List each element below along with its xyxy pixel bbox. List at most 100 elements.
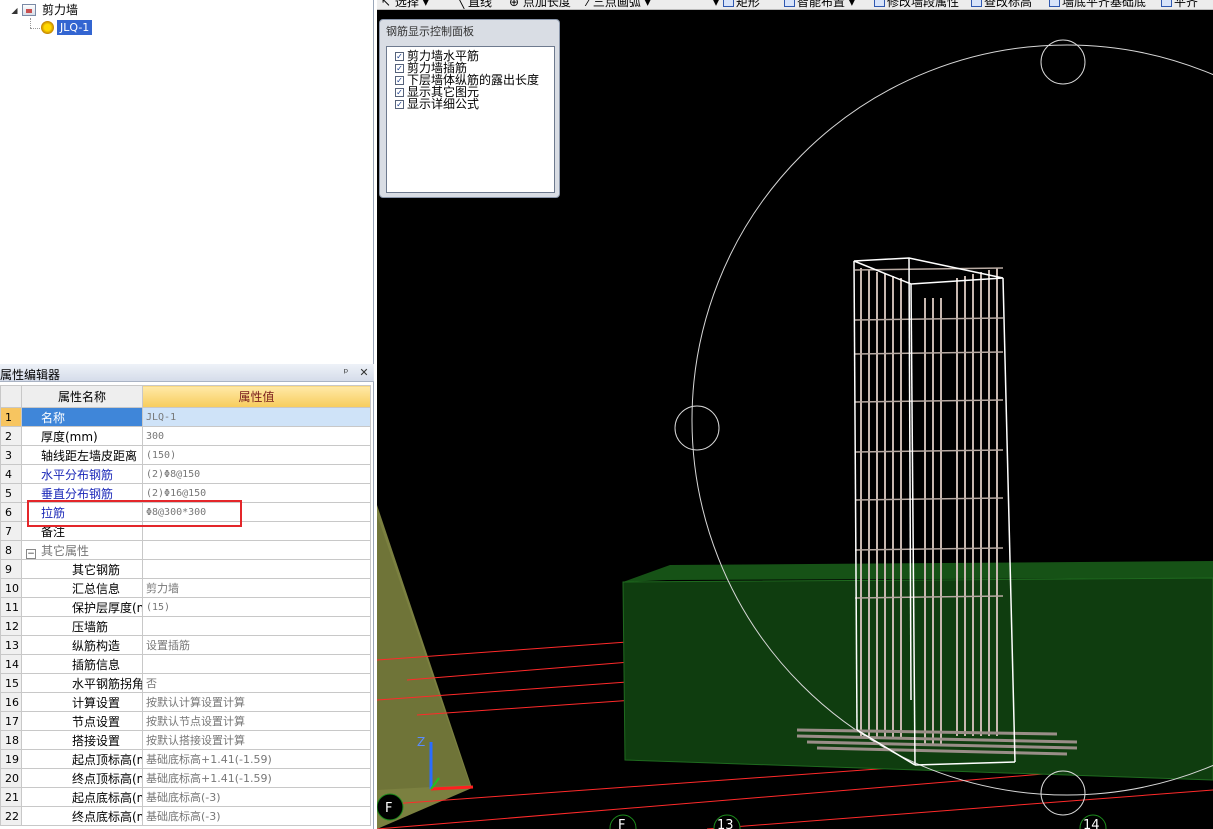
property-value[interactable]: (15) — [142, 597, 371, 617]
property-name: 计算设置 — [21, 692, 143, 712]
row-index: 21 — [0, 787, 22, 807]
table-row[interactable]: 15水平钢筋拐角增否 — [0, 673, 371, 693]
table-row[interactable]: 9 其它钢筋 — [0, 559, 371, 579]
orbit-handle-bottom[interactable] — [1040, 770, 1086, 816]
collapse-icon[interactable]: − — [26, 548, 36, 559]
table-row[interactable]: 8− 其它属性 — [0, 540, 371, 560]
property-name: 起点顶标高(m) — [21, 749, 143, 769]
property-value[interactable] — [142, 616, 371, 636]
option-show-detailed-formula[interactable]: ✓ 显示详细公式 — [395, 98, 479, 110]
tree-node-jlq1[interactable]: JLQ-1 — [57, 20, 93, 35]
row-index: 22 — [0, 806, 22, 826]
pin-icon[interactable]: ᵖ — [339, 366, 353, 380]
table-row[interactable]: 3 轴线距左墙皮距离 (150) — [0, 445, 371, 465]
axis-label-14: 14 — [1083, 818, 1100, 829]
property-name: 搭接设置 — [21, 730, 143, 750]
property-value[interactable]: 剪力墙 — [142, 578, 371, 598]
property-name: 其它钢筋 — [21, 559, 143, 579]
property-value[interactable]: 按默认计算设置计算 — [142, 692, 371, 712]
folder-icon — [22, 4, 36, 16]
rebar-display-control-panel: 钢筋显示控制面板 ✓ 剪力墙水平筋 ✓ 剪力墙插筋 ✓ 下层墙体纵筋的露出长度 ✓ 显示… — [379, 19, 560, 198]
table-row[interactable]: 1 名称 JLQ-1 — [0, 407, 371, 427]
property-name: 起点底标高(m) — [21, 787, 143, 807]
property-value[interactable]: 按默认搭接设置计算 — [142, 730, 371, 750]
table-row[interactable]: 18 搭接设置 按默认搭接设置计算 — [0, 730, 371, 750]
property-value[interactable]: (2)Φ8@150 — [142, 464, 371, 484]
table-row[interactable]: 21起点底标高(m)基础底标高(-3) — [0, 787, 371, 807]
property-value[interactable]: 设置插筋 — [142, 635, 371, 655]
property-value[interactable]: 基础底标高(-3) — [142, 806, 371, 826]
group-label: 其它属性 — [41, 543, 90, 558]
row-index: 1 — [0, 407, 22, 427]
property-value[interactable] — [142, 559, 371, 579]
property-value[interactable]: 300 — [142, 426, 371, 446]
header-property-name: 属性名称 — [21, 385, 143, 408]
row-index: 18 — [0, 730, 22, 750]
table-row[interactable]: 11保护层厚度(mm)(15) — [0, 597, 371, 617]
property-name: 保护层厚度(mm) — [21, 597, 143, 617]
property-name: 终点底标高(m) — [21, 806, 143, 826]
table-row[interactable]: 16 计算设置 按默认计算设置计算 — [0, 692, 371, 712]
checkbox-icon[interactable]: ✓ — [395, 64, 404, 73]
property-name: 轴线距左墙皮距离 — [21, 445, 143, 465]
tree-connector — [30, 28, 40, 29]
row-index: 2 — [0, 426, 22, 446]
row-index: 10 — [0, 578, 22, 598]
row-index: 11 — [0, 597, 22, 617]
orbit-handle-top[interactable] — [1040, 39, 1086, 85]
property-name: 汇总信息 — [21, 578, 143, 598]
tree-collapse-icon[interactable]: ◢ — [10, 6, 19, 15]
checkbox-icon[interactable]: ✓ — [395, 88, 404, 97]
row-index: 19 — [0, 749, 22, 769]
tree-node-shear-wall[interactable]: 剪力墙 — [42, 2, 78, 18]
checkbox-icon[interactable]: ✓ — [395, 52, 404, 61]
orbit-handle-left[interactable] — [674, 405, 720, 451]
row-index: 5 — [0, 483, 22, 503]
table-row[interactable]: 13 纵筋构造 设置插筋 — [0, 635, 371, 655]
checkbox-icon[interactable]: ✓ — [395, 76, 404, 85]
property-value[interactable]: (150) — [142, 445, 371, 465]
property-value[interactable] — [142, 540, 371, 560]
property-name: 水平钢筋拐角增 — [21, 673, 143, 693]
table-row[interactable]: 14 插筋信息 — [0, 654, 371, 674]
property-name: 纵筋构造 — [21, 635, 143, 655]
property-name: 厚度(mm) — [21, 426, 143, 446]
table-row[interactable]: 19起点顶标高(m)基础底标高+1.41(-1.59) — [0, 749, 371, 769]
table-row[interactable]: 4 水平分布钢筋 (2)Φ8@150 — [0, 464, 371, 484]
table-row[interactable]: 12 压墙筋 — [0, 616, 371, 636]
property-name: 插筋信息 — [21, 654, 143, 674]
table-row[interactable]: 10 汇总信息 剪力墙 — [0, 578, 371, 598]
property-value[interactable]: 基础底标高+1.41(-1.59) — [142, 749, 371, 769]
property-value[interactable] — [142, 654, 371, 674]
table-header-row: 属性名称 属性值 — [0, 385, 371, 408]
row-index: 15 — [0, 673, 22, 693]
row-index: 4 — [0, 464, 22, 484]
property-editor-titlebar: 属性编辑器 ᵖ ✕ — [0, 364, 374, 382]
property-name: 水平分布钢筋 — [21, 464, 143, 484]
tree-connector — [30, 18, 31, 28]
rebar-panel-title: 钢筋显示控制面板 — [386, 25, 474, 38]
property-value[interactable]: 按默认节点设置计算 — [142, 711, 371, 731]
table-row[interactable]: 20终点顶标高(m)基础底标高+1.41(-1.59) — [0, 768, 371, 788]
property-value[interactable]: JLQ-1 — [142, 407, 371, 427]
header-property-value: 属性值 — [142, 385, 371, 408]
row-index: 16 — [0, 692, 22, 712]
table-row[interactable]: 22终点底标高(m)基础底标高(-3) — [0, 806, 371, 826]
annotation-highlight-box — [27, 500, 242, 527]
close-icon[interactable]: ✕ — [357, 366, 371, 380]
property-editor-title: 属性编辑器 — [0, 368, 61, 382]
table-row[interactable]: 17 节点设置 按默认节点设置计算 — [0, 711, 371, 731]
component-tree: ◢ 剪力墙 JLQ-1 — [0, 0, 374, 362]
row-index: 20 — [0, 768, 22, 788]
row-index: 9 — [0, 559, 22, 579]
axis-label-f-left: F — [385, 801, 392, 816]
row-index: 3 — [0, 445, 22, 465]
property-name: − 其它属性 — [21, 540, 143, 560]
property-value[interactable]: 否 — [142, 673, 371, 693]
property-value[interactable]: 基础底标高(-3) — [142, 787, 371, 807]
property-value[interactable]: 基础底标高+1.41(-1.59) — [142, 768, 371, 788]
table-row[interactable]: 2 厚度(mm) 300 — [0, 426, 371, 446]
axis-label-13: 13 — [717, 818, 734, 829]
row-index: 12 — [0, 616, 22, 636]
checkbox-icon[interactable]: ✓ — [395, 100, 404, 109]
